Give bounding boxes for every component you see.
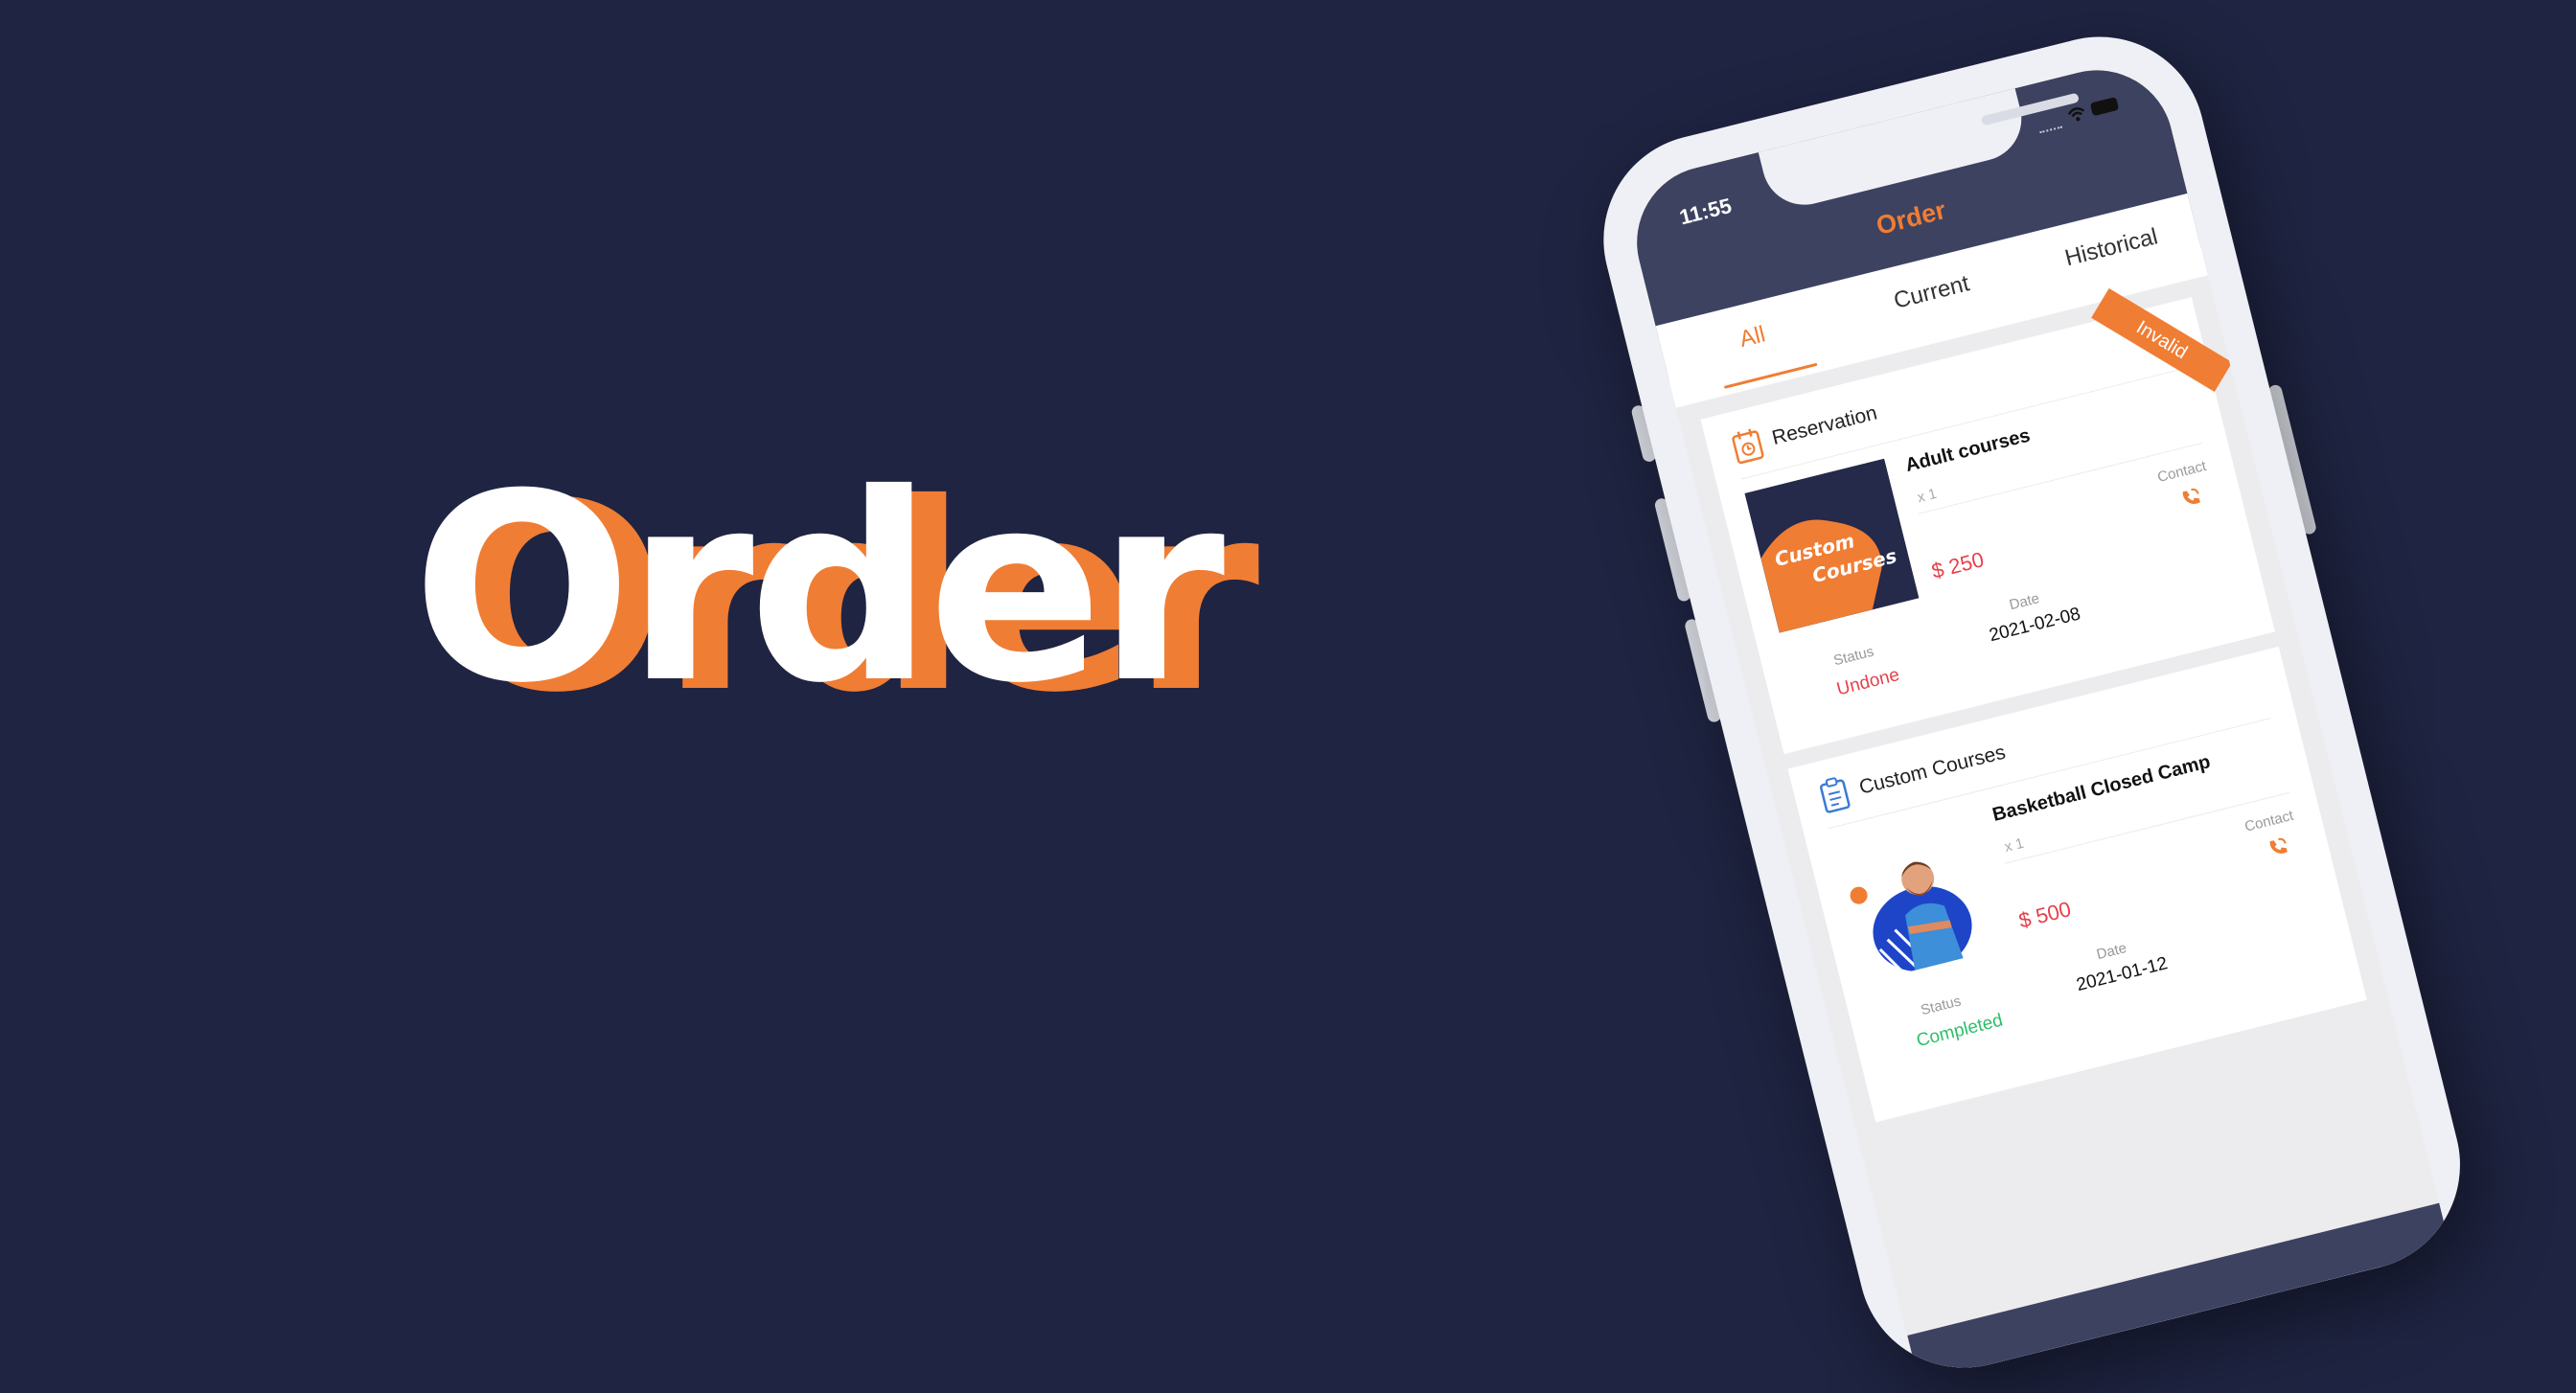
clipboard-list-icon: [1820, 777, 1851, 813]
course-thumbnail: Custom Courses: [1744, 458, 1920, 633]
wifi-icon: [2067, 107, 2085, 122]
status-label: Status: [1919, 993, 1963, 1019]
order-category: Reservation: [1730, 402, 1879, 469]
hero: Order Order: [412, 460, 1259, 728]
status-time: 11:55: [1676, 193, 1735, 230]
order-date: 2021-02-08: [1987, 604, 2083, 647]
contact-label: Contact: [2155, 457, 2208, 486]
tab-current[interactable]: Current: [1891, 270, 1971, 315]
contact-label: Contact: [2242, 807, 2295, 835]
hero-title: Order: [412, 438, 1225, 740]
date-label: Date: [2094, 939, 2128, 964]
signal-icon: [2037, 118, 2063, 134]
phone-icon[interactable]: [2266, 834, 2291, 860]
course-quantity: x 1: [2002, 834, 2026, 856]
order-category-label: Reservation: [1769, 401, 1880, 449]
course-thumbnail: [1831, 808, 2007, 983]
status-label: Status: [1831, 643, 1875, 670]
invalid-ribbon: Invalid: [2091, 287, 2233, 393]
course-price: $ 250: [1929, 547, 1987, 583]
phone-icon[interactable]: [2178, 485, 2204, 511]
date-label: Date: [2008, 590, 2041, 614]
phone-body: 11:55 Order All Current Historical Reser…: [1581, 14, 2483, 1390]
course-thumbnail-art: Custom Courses: [1744, 458, 1920, 633]
order-category: Custom Courses: [1817, 742, 2008, 819]
status-icons: [2035, 92, 2124, 134]
phone-mockup: 11:55 Order All Current Historical Reser…: [1581, 14, 2483, 1390]
battery-icon: [2089, 96, 2120, 117]
order-category-label: Custom Courses: [1856, 741, 2009, 799]
course-price: $ 500: [2016, 896, 2074, 933]
calendar-clock-icon: [1732, 428, 1764, 465]
tab-all[interactable]: All: [1736, 321, 1768, 354]
course-name: Basketball Closed Camp: [1990, 751, 2213, 826]
tab-active-indicator: [1723, 362, 1818, 389]
course-quantity: x 1: [1916, 485, 1939, 507]
tab-historical[interactable]: Historical: [2062, 223, 2161, 272]
bottom-tab-bar: [1907, 1202, 2451, 1382]
order-date: 2021-01-12: [2074, 953, 2171, 996]
status-badge: Undone: [1834, 664, 1902, 700]
phone-screen: 11:55 Order All Current Historical Reser…: [1621, 54, 2451, 1382]
coach-photo: [1831, 808, 2007, 983]
